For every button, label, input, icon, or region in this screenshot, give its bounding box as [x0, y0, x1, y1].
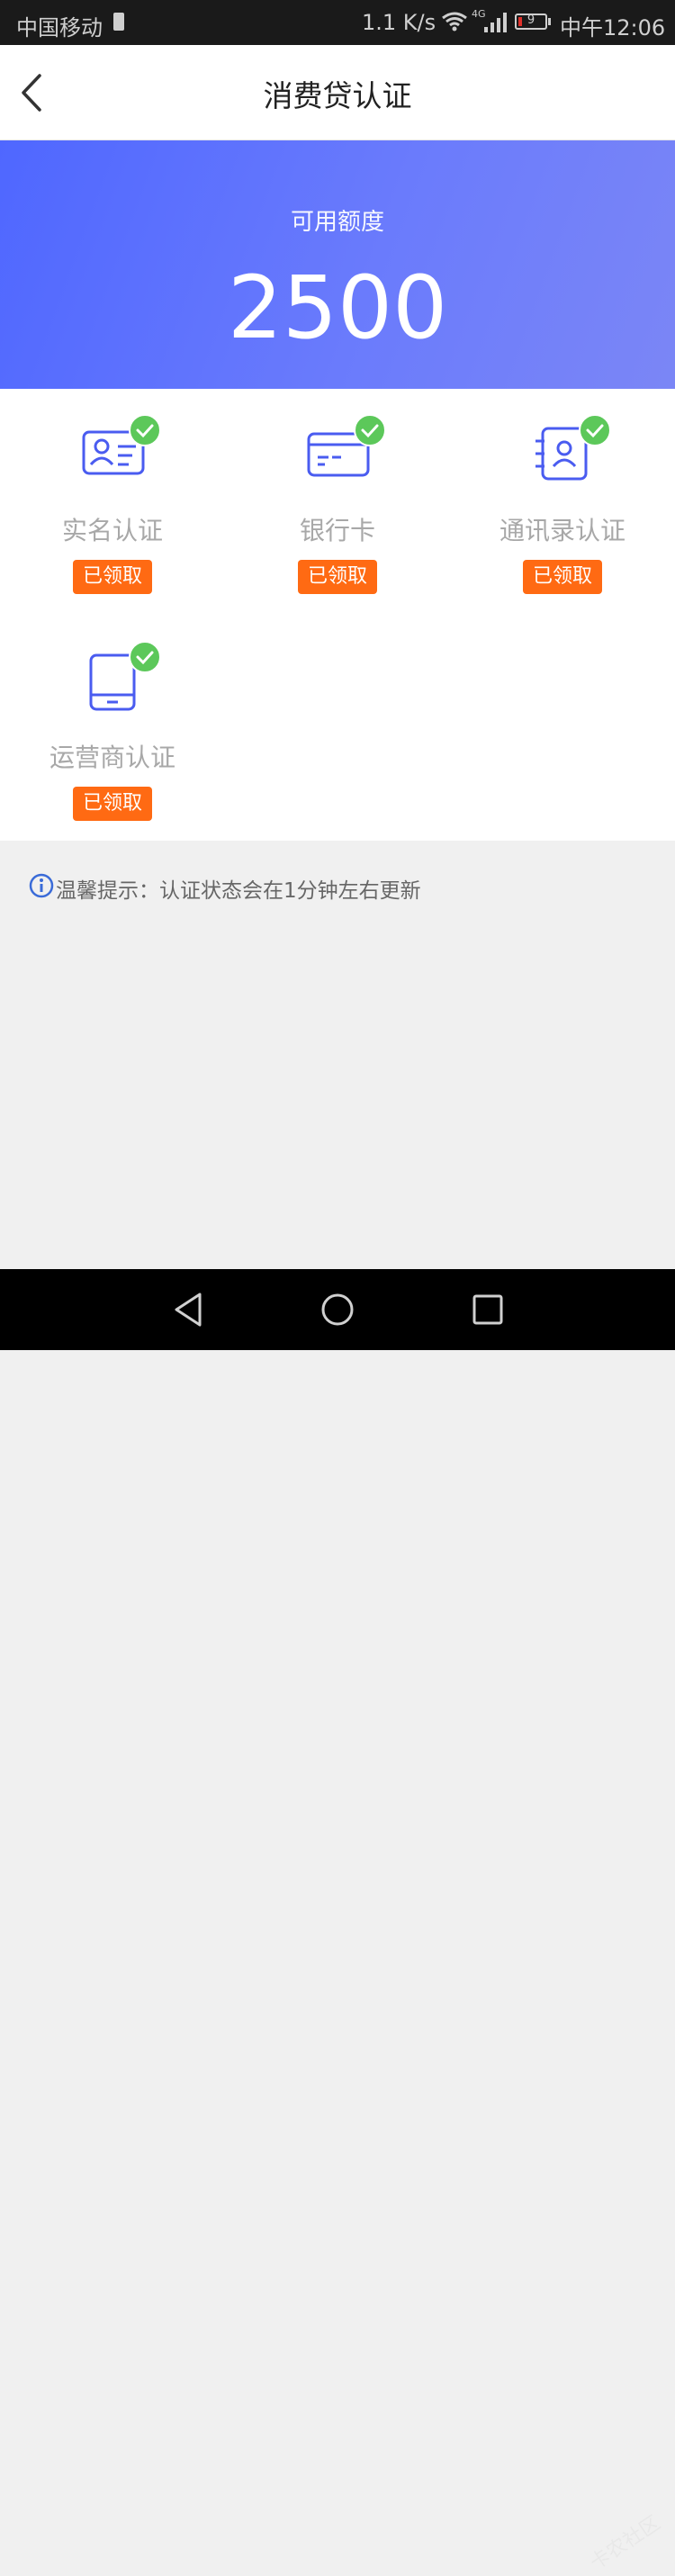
sim-card-icon: [113, 13, 124, 31]
system-recents-button[interactable]: [470, 1289, 506, 1334]
wifi-icon: [442, 12, 467, 32]
status-bar: 中国移动 1.1 K/s 4G 9 中午12:06: [0, 0, 675, 45]
claimed-badge: 已领取: [73, 787, 152, 821]
carrier-name: 中国移动: [16, 15, 103, 41]
check-icon: [579, 414, 611, 446]
system-home-button[interactable]: [320, 1289, 356, 1334]
claimed-badge: 已领取: [298, 560, 377, 594]
system-nav-bar: 卡农社区: [0, 1269, 675, 2575]
check-icon: [354, 414, 386, 446]
triangle-back-icon: [175, 1293, 202, 1327]
tip-text: 温馨提示：认证状态会在1分钟左右更新: [56, 879, 421, 903]
card-bank-card[interactable]: 银行卡 已领取: [225, 389, 450, 596]
circle-home-icon: [321, 1293, 354, 1326]
card-contacts[interactable]: 通讯录认证 已领取: [450, 389, 675, 596]
check-icon: [129, 641, 161, 673]
watermark-logo: 卡农社区: [586, 2511, 665, 2575]
battery-icon: 9: [515, 14, 547, 30]
clock: 中午12:06: [560, 15, 666, 41]
signal-strength-icon: [484, 13, 507, 32]
page-title: 消费贷认证: [263, 78, 412, 113]
card-label: 通讯录认证: [499, 516, 626, 545]
info-icon: [29, 873, 54, 898]
claimed-badge: 已领取: [523, 560, 602, 594]
card-real-name[interactable]: 实名认证 已领取: [0, 389, 225, 596]
check-icon: [129, 414, 161, 446]
card-label: 实名认证: [61, 516, 163, 545]
credit-limit-amount: 2500: [227, 257, 448, 358]
credit-limit-label: 可用额度: [290, 209, 384, 236]
square-recents-icon: [472, 1294, 503, 1325]
battery-level: 9: [526, 14, 536, 27]
card-label: 运营商认证: [49, 743, 176, 772]
card-carrier[interactable]: 运营商认证 已领取: [0, 616, 225, 823]
network-speed: 1.1 K/s: [362, 10, 436, 35]
claimed-badge: 已领取: [73, 560, 152, 594]
card-label: 银行卡: [299, 516, 375, 545]
credit-limit-banner: 可用额度 2500: [0, 140, 675, 389]
system-back-button[interactable]: [171, 1289, 207, 1334]
verification-grid: 实名认证 已领取 银行卡 已领取 通讯录认证 已领取 运营商认证 已领取: [0, 389, 675, 841]
nav-bar: 消费贷认证: [0, 45, 675, 140]
